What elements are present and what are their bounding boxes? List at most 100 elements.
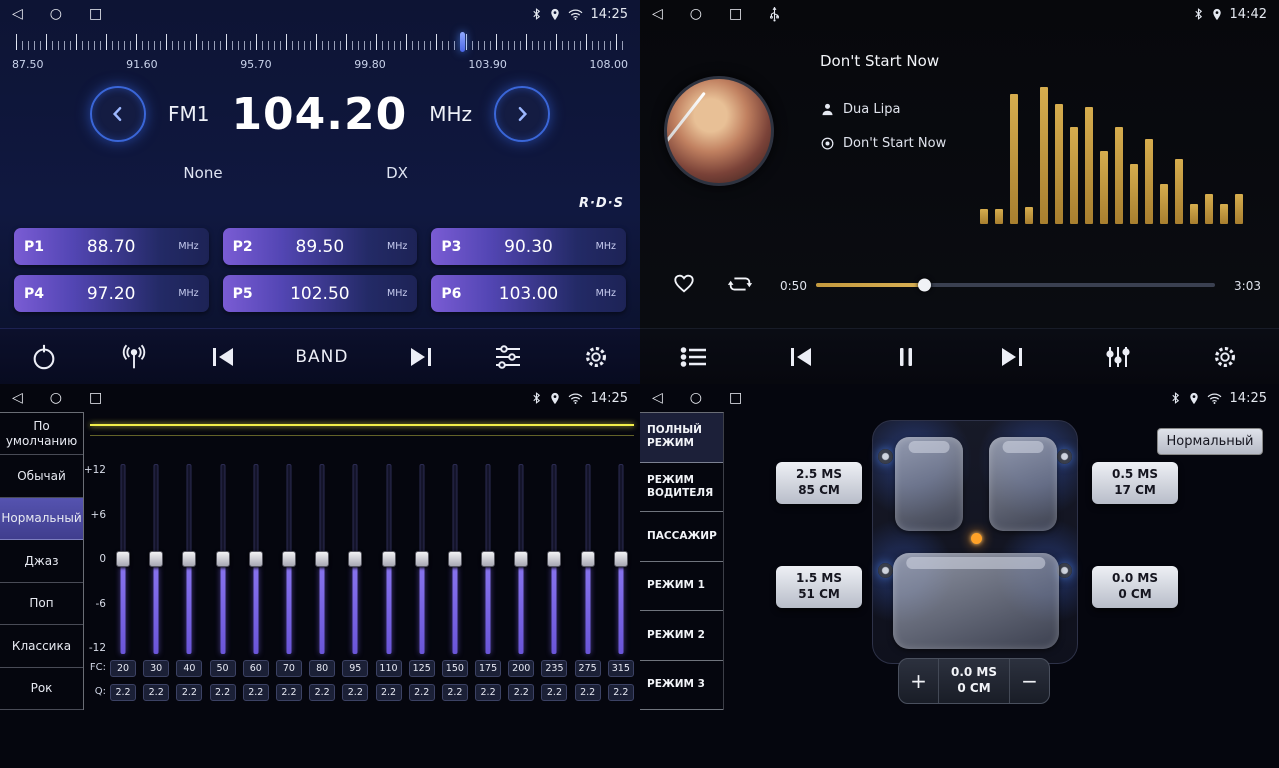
center-delay-cm: 0 CM [957,681,990,697]
eq-band-slider[interactable] [176,464,202,654]
eq-band-slider[interactable] [110,464,136,654]
eq-band-slider[interactable] [508,464,534,654]
preset-id: P1 [24,239,44,255]
eq-preset-item[interactable]: Джаз [0,540,83,582]
delay-decrease-button[interactable]: − [1009,659,1049,703]
settings-button[interactable] [1211,343,1239,371]
rear-right-delay[interactable]: 0.0 MS 0 CM [1092,566,1178,608]
preset-button-p2[interactable]: P289.50MHz [223,228,418,265]
next-track-button[interactable] [999,345,1025,369]
eq-slider-handle[interactable] [348,551,362,567]
eq-slider-handle[interactable] [216,551,230,567]
eq-slider-handle[interactable] [282,551,296,567]
eq-band-slider[interactable] [243,464,269,654]
eq-slider-handle[interactable] [116,551,130,567]
front-left-delay[interactable]: 2.5 MS 85 CM [776,462,862,504]
surround-preset-button[interactable]: Нормальный [1157,428,1263,455]
eq-fc-value: 80 [309,660,335,677]
eq-preset-item[interactable]: Классика [0,625,83,667]
eq-band-slider[interactable] [376,464,402,654]
home-button[interactable]: ○ [690,391,702,405]
album-art[interactable] [664,76,774,186]
eq-band-slider[interactable] [442,464,468,654]
eq-band-slider[interactable] [143,464,169,654]
eq-band-slider[interactable] [342,464,368,654]
eq-band-slider[interactable] [475,464,501,654]
frequency-ruler[interactable] [16,32,624,52]
scan-button[interactable] [30,343,58,371]
previous-track-button[interactable] [788,345,814,369]
home-button[interactable]: ○ [50,391,62,405]
surround-mode-item[interactable]: РЕЖИМ 2 [640,611,723,661]
listening-position-marker[interactable] [971,533,982,544]
eq-band-slider[interactable] [210,464,236,654]
eq-band-slider[interactable] [309,464,335,654]
favorite-button[interactable] [672,272,696,298]
eq-preset-item[interactable]: По умолчанию [0,413,83,455]
back-button[interactable]: ◁ [12,7,23,21]
preset-button-p6[interactable]: P6103.00MHz [431,275,626,312]
eq-band-slider[interactable] [575,464,601,654]
recents-button[interactable]: □ [89,391,102,405]
eq-slider-handle[interactable] [448,551,462,567]
audio-visualizer [980,84,1248,224]
broadcast-button[interactable] [118,343,150,371]
preset-button-p4[interactable]: P497.20MHz [14,275,209,312]
eq-slider-handle[interactable] [249,551,263,567]
equalizer-button[interactable] [494,344,522,370]
mixer-button[interactable] [1105,344,1131,370]
seek-knob[interactable] [918,279,931,292]
home-button[interactable]: ○ [690,7,702,21]
eq-q-value: 2.2 [210,684,236,701]
previous-station-button[interactable] [210,345,236,369]
rear-left-delay[interactable]: 1.5 MS 51 CM [776,566,862,608]
surround-mode-item[interactable]: РЕЖИМ 3 [640,661,723,711]
repeat-button[interactable] [726,272,754,300]
band-button[interactable]: BAND [295,347,348,367]
pause-button[interactable] [894,345,918,369]
eq-band-slider[interactable] [541,464,567,654]
surround-mode-item[interactable]: ПОЛНЫЙ РЕЖИМ [640,413,723,463]
eq-preset-item[interactable]: Поп [0,583,83,625]
eq-fc-value: 150 [442,660,468,677]
eq-band-slider[interactable] [608,464,634,654]
back-button[interactable]: ◁ [652,391,663,405]
surround-mode-item[interactable]: РЕЖИМ ВОДИТЕЛЯ [640,463,723,513]
eq-slider-handle[interactable] [581,551,595,567]
delay-increase-button[interactable]: + [899,659,939,703]
playlist-button[interactable] [680,345,708,369]
eq-slider-handle[interactable] [614,551,628,567]
eq-slider-handle[interactable] [481,551,495,567]
eq-band-slider[interactable] [276,464,302,654]
eq-preset-item[interactable]: Рок [0,668,83,710]
recents-button[interactable]: □ [89,7,102,21]
tune-down-button[interactable] [90,86,146,142]
preset-button-p3[interactable]: P390.30MHz [431,228,626,265]
preset-button-p5[interactable]: P5102.50MHz [223,275,418,312]
recents-button[interactable]: □ [729,7,742,21]
home-button[interactable]: ○ [50,7,62,21]
back-button[interactable]: ◁ [652,7,663,21]
eq-slider-handle[interactable] [547,551,561,567]
eq-slider-handle[interactable] [149,551,163,567]
eq-preset-item[interactable]: Обычай [0,455,83,497]
settings-button[interactable] [582,343,610,371]
eq-slider-handle[interactable] [315,551,329,567]
next-station-button[interactable] [408,345,434,369]
front-right-delay[interactable]: 0.5 MS 17 CM [1092,462,1178,504]
ruler-major-ticks [16,34,624,50]
tune-up-button[interactable] [494,86,550,142]
eq-slider-handle[interactable] [514,551,528,567]
eq-slider-handle[interactable] [382,551,396,567]
eq-slider-handle[interactable] [182,551,196,567]
eq-preset-item[interactable]: Нормальный [0,498,83,540]
eq-slider-handle[interactable] [415,551,429,567]
eq-band-slider[interactable] [409,464,435,654]
surround-mode-item[interactable]: РЕЖИМ 1 [640,562,723,612]
surround-mode-item[interactable]: ПАССАЖИР [640,512,723,562]
seek-slider[interactable] [816,283,1215,287]
back-button[interactable]: ◁ [12,391,23,405]
recents-button[interactable]: □ [729,391,742,405]
preset-button-p1[interactable]: P188.70MHz [14,228,209,265]
player-statusbar: ◁ ○ □ 14:42 [640,0,1279,28]
